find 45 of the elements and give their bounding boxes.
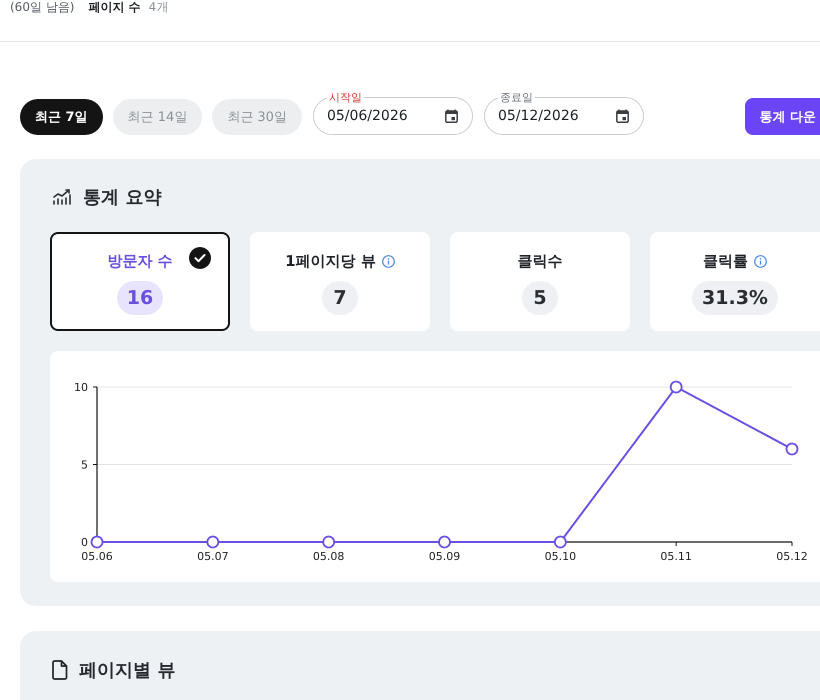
data-point — [670, 380, 683, 394]
metric-value: 5 — [522, 281, 558, 315]
info-icon[interactable] — [754, 254, 767, 268]
metric-label: 방문자 수 — [107, 252, 173, 270]
data-point — [90, 536, 104, 548]
file-icon — [52, 660, 68, 680]
metric-label: 1페이지당 뷰 — [285, 252, 376, 270]
download-stats-button[interactable]: 통계 다운 — [745, 98, 820, 135]
metric-label: 클릭수 — [518, 252, 562, 270]
check-icon — [189, 247, 211, 269]
x-tick-label: 05.08 — [312, 550, 344, 563]
data-point — [786, 442, 798, 456]
calendar-icon[interactable] — [616, 109, 629, 123]
x-tick-label: 05.07 — [197, 550, 229, 563]
calendar-icon[interactable] — [444, 109, 458, 123]
data-point — [322, 536, 336, 548]
data-point — [438, 536, 451, 548]
x-tick-label: 05.11 — [660, 550, 692, 563]
metric-value: 31.3% — [692, 281, 778, 315]
y-tick-label: 10 — [74, 381, 88, 394]
metric-card[interactable]: 1페이지당 뷰 7 — [250, 232, 430, 331]
x-tick-label: 05.09 — [428, 550, 460, 563]
data-point — [206, 536, 220, 548]
metric-card[interactable]: 클릭수 5 — [450, 232, 630, 331]
info-icon[interactable] — [382, 254, 395, 268]
date-range-button[interactable]: 최근 7일 — [20, 99, 103, 135]
section-title: 페이지별 뷰 — [79, 659, 176, 682]
metric-value: 7 — [322, 281, 358, 315]
y-tick-label: 0 — [81, 536, 88, 549]
metric-value: 16 — [116, 281, 164, 315]
x-tick-label: 05.10 — [544, 550, 576, 563]
remaining-days-text: (60일 남음) — [10, 0, 74, 14]
y-tick-label: 5 — [81, 458, 88, 472]
date-input-field[interactable]: 시작일 05/06/2026 — [312, 91, 473, 135]
chart-icon — [52, 189, 72, 205]
metric-label: 클릭률 — [703, 252, 748, 270]
data-point — [554, 536, 567, 548]
x-tick-label: 05.12 — [776, 550, 808, 563]
section-title: 통계 요약 — [83, 186, 162, 209]
page-count-label: 페이지 수 — [88, 0, 141, 14]
x-tick-label: 05.06 — [81, 550, 113, 563]
metric-card[interactable]: 클릭률 31.3% — [650, 232, 820, 331]
page-count-value: 4개 — [148, 0, 168, 14]
date-input-field[interactable]: 종료일 05/12/2026 — [484, 91, 644, 135]
metric-card[interactable]: 방문자 수 16 — [50, 232, 230, 331]
